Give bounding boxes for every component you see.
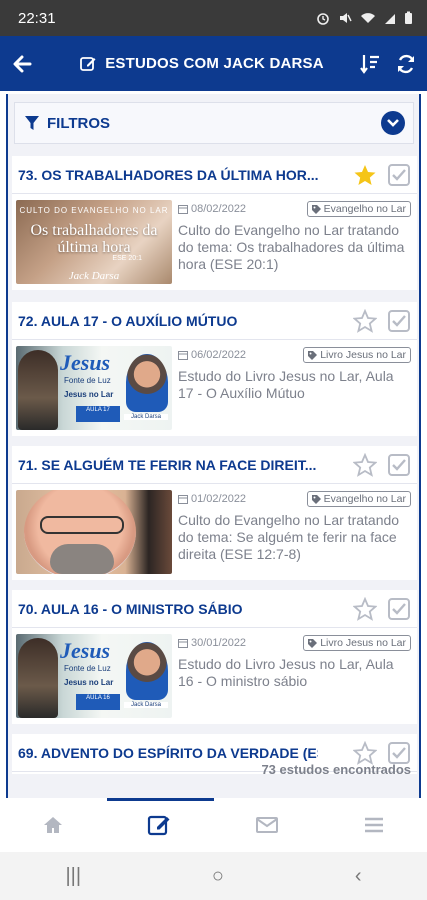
checkbox-icon[interactable] (387, 741, 411, 765)
filters-label: FILTROS (47, 114, 111, 132)
nav-menu[interactable] (320, 798, 427, 852)
study-description: Estudo do Livro Jesus no Lar, Aula 16 - … (178, 656, 394, 689)
study-title[interactable]: 72. AULA 17 - O AUXÍLIO MÚTUO (18, 313, 237, 329)
page-title-text: ESTUDOS COM JACK DARSA (105, 55, 324, 72)
checkbox-icon[interactable] (387, 597, 411, 621)
calendar-icon (178, 205, 188, 214)
tag-icon (308, 638, 318, 648)
study-thumbnail[interactable]: CULTO DO EVANGELHO NO LAR Os trabalhador… (16, 200, 172, 284)
study-date: 08/02/2022 (178, 203, 246, 215)
tag-icon (311, 204, 321, 214)
clock: 22:31 (18, 9, 56, 27)
back-nav-button[interactable]: ‹ (355, 865, 362, 888)
list-item[interactable]: 71. SE ALGUÉM TE FERIR NA FACE DIREIT...… (12, 446, 417, 580)
mail-icon (255, 817, 278, 833)
category-tag[interactable]: Livro Jesus no Lar (303, 347, 411, 363)
recent-apps-button[interactable]: ||| (65, 865, 81, 888)
star-outline-icon[interactable] (353, 452, 377, 477)
filters-bar[interactable]: FILTROS (14, 102, 414, 144)
edit-icon (148, 815, 170, 836)
star-outline-icon[interactable] (353, 596, 377, 621)
wifi-icon (361, 13, 375, 23)
mute-icon (340, 13, 352, 23)
home-button[interactable]: ○ (212, 865, 224, 888)
study-description: Culto do Evangelho no Lar tratando do te… (178, 512, 400, 562)
results-count: 73 estudos encontrados (261, 762, 411, 777)
category-tag[interactable]: Evangelho no Lar (306, 491, 411, 507)
sort-icon[interactable] (359, 53, 381, 75)
checkbox-icon[interactable] (387, 309, 411, 333)
tag-icon (308, 350, 318, 360)
signal-icon (385, 14, 395, 24)
back-button[interactable] (0, 55, 44, 73)
chevron-down-icon (387, 119, 399, 127)
list-item[interactable]: 70. AULA 16 - O MINISTRO SÁBIO Jesus Fon… (12, 590, 417, 724)
list-item[interactable]: 73. OS TRABALHADORES DA ÚLTIMA HOR... CU… (12, 156, 417, 290)
list-item[interactable]: 72. AULA 17 - O AUXÍLIO MÚTUO Jesus Font… (12, 302, 417, 436)
status-icons (316, 11, 413, 25)
status-bar: 22:31 (0, 0, 427, 36)
system-nav: ||| ○ ‹ (0, 852, 427, 900)
checkbox-icon[interactable] (387, 163, 411, 187)
alarm-icon (317, 13, 329, 25)
category-tag[interactable]: Evangelho no Lar (306, 201, 411, 217)
study-thumbnail[interactable] (16, 490, 172, 574)
study-thumbnail[interactable]: Jesus Fonte de Luz Jesus no Lar AULA 16 … (16, 634, 172, 718)
star-outline-icon[interactable] (353, 308, 377, 333)
calendar-icon (178, 495, 188, 504)
study-title[interactable]: 73. OS TRABALHADORES DA ÚLTIMA HOR... (18, 167, 318, 183)
study-thumbnail[interactable]: Jesus Fonte de Luz Jesus no Lar AULA 17 … (16, 346, 172, 430)
study-description: Culto do Evangelho no Lar tratando do te… (178, 222, 405, 272)
calendar-icon (178, 351, 188, 360)
menu-icon (364, 817, 383, 833)
study-title[interactable]: 70. AULA 16 - O MINISTRO SÁBIO (18, 601, 243, 617)
filter-icon (25, 116, 39, 130)
battery-icon (405, 11, 412, 24)
nav-studies[interactable] (106, 798, 214, 852)
checkbox-icon[interactable] (387, 453, 411, 477)
home-icon (44, 817, 63, 833)
study-description: Estudo do Livro Jesus no Lar, Aula 17 - … (178, 368, 394, 401)
app-bar: ESTUDOS COM JACK DARSA (0, 36, 427, 91)
refresh-icon[interactable] (395, 53, 417, 75)
study-title[interactable]: 69. ADVENTO DO ESPÍRITO DA VERDADE (ES..… (18, 745, 318, 761)
expand-filters-button[interactable] (381, 111, 405, 135)
star-filled-icon[interactable] (353, 163, 377, 187)
study-date: 30/01/2022 (178, 637, 246, 649)
edit-icon (80, 56, 96, 71)
tag-icon (311, 494, 321, 504)
calendar-icon (178, 639, 188, 648)
nav-messages[interactable] (214, 798, 321, 852)
study-title[interactable]: 71. SE ALGUÉM TE FERIR NA FACE DIREIT... (18, 457, 316, 473)
studies-list[interactable]: FILTROS 73. OS TRABALHADORES DA ÚLTIMA H… (6, 94, 421, 798)
bottom-nav (0, 798, 427, 852)
category-tag[interactable]: Livro Jesus no Lar (303, 635, 411, 651)
arrow-left-icon (13, 55, 32, 72)
nav-home[interactable] (0, 798, 107, 852)
star-outline-icon[interactable] (353, 740, 377, 765)
study-date: 06/02/2022 (178, 349, 246, 361)
page-title: ESTUDOS COM JACK DARSA (44, 55, 359, 73)
study-date: 01/02/2022 (178, 493, 246, 505)
